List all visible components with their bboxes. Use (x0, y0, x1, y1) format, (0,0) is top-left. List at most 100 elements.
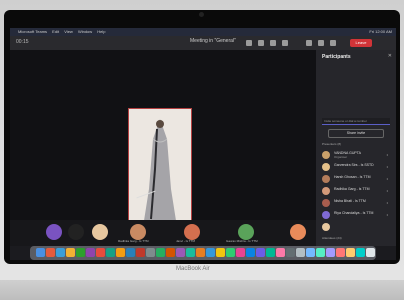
avatar (322, 151, 330, 159)
dock-app-icon[interactable] (36, 248, 45, 257)
dock-app-icon[interactable] (356, 248, 365, 257)
dock-app-icon[interactable] (76, 248, 85, 257)
dock-app-icon[interactable] (216, 248, 225, 257)
dock-app-icon[interactable] (126, 248, 135, 257)
menubar-item-edit[interactable]: Edit (52, 29, 59, 34)
list-item[interactable] (322, 222, 396, 232)
dock-app-icon[interactable] (266, 248, 275, 257)
avatar (322, 199, 330, 207)
menubar-item-view[interactable]: View (64, 29, 73, 34)
list-item[interactable]: Radhika Garg - Is TTM • (322, 186, 396, 196)
participant-tile[interactable] (92, 224, 108, 240)
dock-app-icon[interactable] (56, 248, 65, 257)
participant-tile[interactable] (290, 224, 306, 240)
participant-name: Radhika Garg - Is TTM (334, 187, 370, 191)
close-icon[interactable]: ✕ (388, 53, 392, 59)
participant-name: Harsh Ghosan - Is TTM (334, 175, 371, 179)
avatar (322, 223, 330, 231)
list-item[interactable]: Nisha Bhati - Is TTM • (322, 198, 396, 208)
participant-name: Garvendra Sirs - Is SSTD (334, 163, 374, 167)
dock-app-icon[interactable] (196, 248, 205, 257)
dock-app-icon[interactable] (226, 248, 235, 257)
chat-icon[interactable] (258, 40, 264, 46)
presenters-section-label: Presenters (8) (322, 142, 342, 146)
dock-app-icon[interactable] (296, 248, 305, 257)
people-icon[interactable] (246, 40, 252, 46)
dock-app-icon[interactable] (246, 248, 255, 257)
dock-app-icon[interactable] (46, 248, 55, 257)
menubar-item-window[interactable]: Window (78, 29, 92, 34)
laptop-brand: MacBook Air (176, 266, 210, 272)
dock-app-icon[interactable] (286, 248, 295, 257)
list-item[interactable]: Harsh Ghosan - Is TTM • (322, 174, 396, 184)
tile-label: Janvi - Is TTM (176, 239, 195, 243)
dock-app-icon[interactable] (206, 248, 215, 257)
mic-icon: • (386, 200, 388, 205)
screen: Microsoft Teams Edit View Window Help Fr… (10, 28, 396, 260)
avatar (322, 211, 330, 219)
avatar (322, 175, 330, 183)
mac-dock (30, 246, 376, 260)
participant-tile[interactable] (68, 224, 84, 240)
list-item[interactable]: Riya Chandaliya - Is TTM • (322, 210, 396, 220)
hand-icon[interactable] (270, 40, 276, 46)
dock-app-icon[interactable] (156, 248, 165, 257)
avatar (322, 187, 330, 195)
participant-role: Organiser (334, 155, 348, 159)
attendees-section-label: Attendees (24) (322, 236, 342, 240)
camera-dot (199, 12, 204, 17)
shared-drawing (129, 109, 191, 233)
menubar-status: Fri 12:00 AM (369, 29, 392, 34)
main-stage: Vishnu Garg - Is TTM (10, 50, 316, 234)
mic-icon: • (386, 164, 388, 169)
dock-app-icon[interactable] (176, 248, 185, 257)
invite-search-input[interactable]: Invite someone or dial a number (322, 118, 390, 125)
participant-name: Riya Chandaliya - Is TTM (334, 211, 374, 215)
dock-app-icon[interactable] (276, 248, 285, 257)
mic-icon: • (386, 152, 388, 157)
participant-tile[interactable] (46, 224, 62, 240)
dock-app-icon[interactable] (186, 248, 195, 257)
tile-label: Gaurav Mishra - Is TTM (226, 239, 258, 243)
list-item[interactable]: Garvendra Sirs - Is SSTD • (322, 162, 396, 172)
share-icon[interactable] (330, 40, 336, 46)
participant-name: Nisha Bhati - Is TTM (334, 199, 366, 203)
list-item[interactable]: VANDNA GUPTA Organiser • (322, 150, 396, 160)
leave-button[interactable]: Leave (350, 39, 372, 47)
mic-icon: • (386, 176, 388, 181)
dock-app-icon[interactable] (326, 248, 335, 257)
dock-app-icon[interactable] (336, 248, 345, 257)
dock-app-icon[interactable] (256, 248, 265, 257)
mic-icon: • (386, 188, 388, 193)
meeting-timer: 00:15 (16, 39, 29, 45)
share-invite-button[interactable]: Share invite (328, 129, 384, 138)
participant-tile[interactable] (238, 224, 254, 240)
dock-app-icon[interactable] (66, 248, 75, 257)
shared-content (128, 108, 192, 234)
dock-app-icon[interactable] (96, 248, 105, 257)
meeting-title: Meeting in "General" (190, 38, 236, 44)
participant-tile[interactable] (184, 224, 200, 240)
dock-app-icon[interactable] (116, 248, 125, 257)
more-icon[interactable] (282, 40, 288, 46)
meeting-toolbar: 00:15 Meeting in "General" Leave (10, 36, 396, 50)
dock-app-icon[interactable] (146, 248, 155, 257)
dock-app-icon[interactable] (316, 248, 325, 257)
dock-app-icon[interactable] (136, 248, 145, 257)
mic-icon[interactable] (318, 40, 324, 46)
mac-menubar: Microsoft Teams Edit View Window Help Fr… (10, 28, 396, 36)
menubar-app-name[interactable]: Microsoft Teams (18, 29, 47, 34)
dock-app-icon[interactable] (236, 248, 245, 257)
dock-app-icon[interactable] (306, 248, 315, 257)
participant-tile[interactable] (130, 224, 146, 240)
menubar-item-help[interactable]: Help (97, 29, 105, 34)
camera-icon[interactable] (306, 40, 312, 46)
dock-app-icon[interactable] (106, 248, 115, 257)
mic-icon: • (386, 212, 388, 217)
tile-label: Radhika Garg - Is TTM (118, 239, 149, 243)
dock-app-icon[interactable] (166, 248, 175, 257)
dock-app-icon[interactable] (86, 248, 95, 257)
dock-app-icon[interactable] (346, 248, 355, 257)
panel-title: Participants (322, 54, 351, 60)
dock-app-icon[interactable] (366, 248, 375, 257)
